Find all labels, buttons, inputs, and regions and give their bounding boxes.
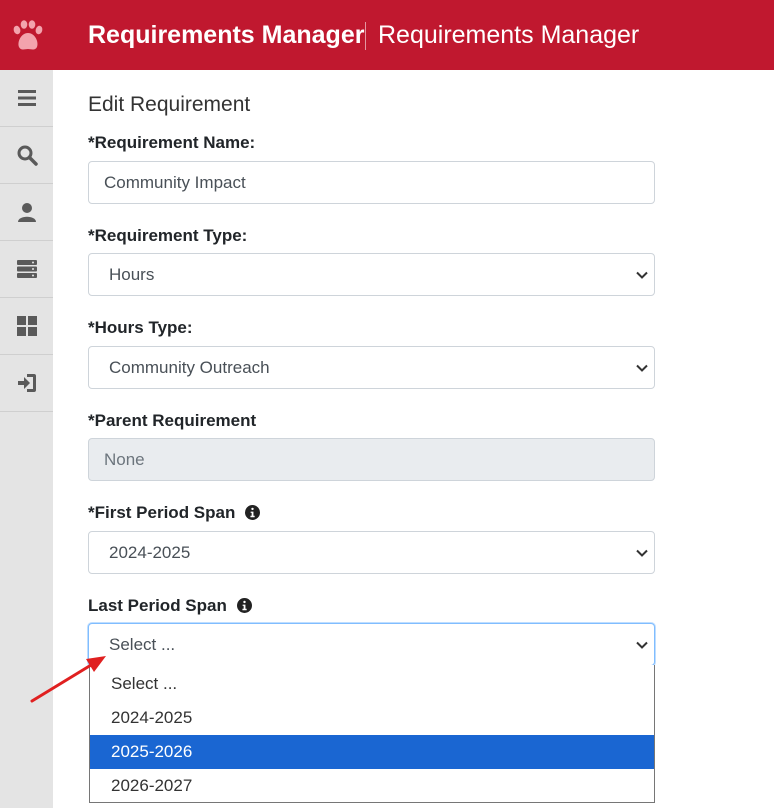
chevron-down-icon (636, 271, 648, 279)
app-subtitle: Requirements Manager (378, 21, 640, 49)
hours-type-value: Community Outreach (109, 357, 270, 377)
server-icon (16, 260, 37, 278)
first-period-span-value: 2024-2025 (109, 542, 191, 562)
requirement-type-label: *Requirement Type: (88, 226, 248, 245)
title-separator (365, 22, 366, 50)
top-bar: Requirements Manager Requirements Manage… (0, 0, 774, 70)
chevron-down-icon (636, 364, 648, 372)
dropdown-option-highlighted[interactable]: 2025-2026 (90, 735, 654, 769)
user-icon (17, 203, 36, 222)
info-icon[interactable] (236, 598, 252, 613)
requirement-name-input[interactable]: Community Impact (88, 161, 655, 204)
last-period-span-value: Select ... (109, 634, 176, 654)
requirement-name-label: *Requirement Name: (88, 133, 256, 152)
menu-icon (17, 90, 36, 106)
parent-requirement-value: None (104, 449, 145, 469)
last-period-span-dropdown: Select ... 2024-2025 2025-2026 2026-2027 (89, 665, 655, 803)
sidebar-item-dashboard[interactable] (0, 298, 53, 355)
hours-type-select[interactable]: Community Outreach (88, 346, 655, 389)
sign-in-icon (17, 374, 36, 392)
first-period-span-label-text: *First Period Span (88, 503, 236, 522)
sidebar-item-search[interactable] (0, 127, 53, 184)
requirement-type-value: Hours (109, 264, 155, 284)
requirement-type-select[interactable]: Hours (88, 253, 655, 296)
sidebar (0, 70, 53, 808)
dropdown-option[interactable]: 2024-2025 (90, 701, 654, 735)
dropdown-option[interactable]: Select ... (90, 667, 654, 701)
sidebar-item-sign-in[interactable] (0, 355, 53, 412)
first-period-span-select[interactable]: 2024-2025 (88, 531, 655, 574)
paw-icon[interactable] (8, 18, 46, 54)
parent-requirement-input: None (88, 438, 655, 481)
app-title: Requirements Manager (88, 21, 365, 49)
chevron-down-icon (636, 641, 648, 649)
dashboard-icon (16, 316, 37, 336)
sidebar-item-menu[interactable] (0, 70, 53, 127)
hours-type-label: *Hours Type: (88, 318, 193, 337)
parent-requirement-label: *Parent Requirement (88, 411, 257, 430)
last-period-span-select[interactable]: Select ... (88, 623, 655, 666)
sidebar-item-server[interactable] (0, 241, 53, 298)
last-period-span-label-text: Last Period Span (88, 596, 227, 615)
page-title: Edit Requirement (88, 93, 251, 116)
last-period-span-label: Last Period Span (88, 596, 252, 616)
requirement-name-value: Community Impact (104, 172, 246, 192)
search-icon (17, 145, 38, 166)
sidebar-item-user[interactable] (0, 184, 53, 241)
dropdown-option[interactable]: 2026-2027 (90, 769, 654, 803)
info-icon[interactable] (245, 505, 261, 520)
first-period-span-label: *First Period Span (88, 503, 261, 523)
chevron-down-icon (636, 549, 648, 557)
